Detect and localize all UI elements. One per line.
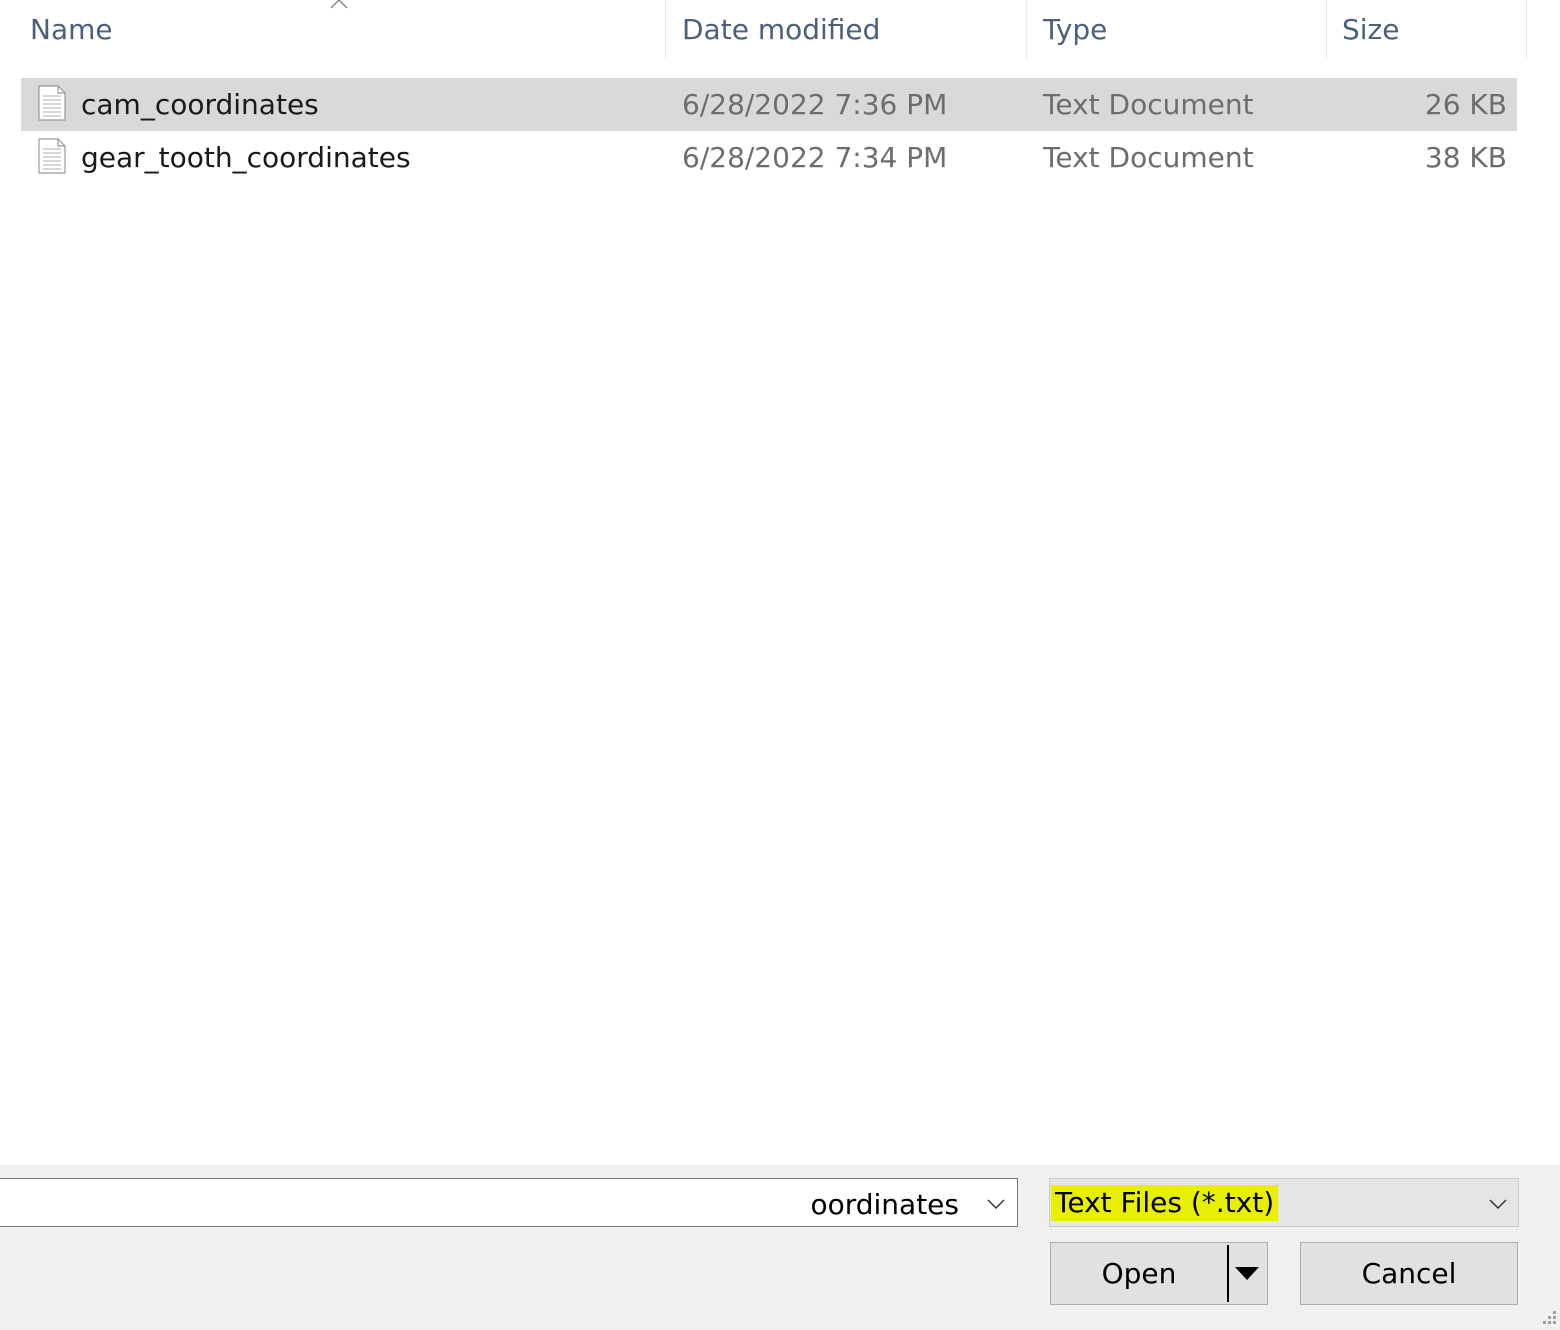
open-button[interactable]: Open [1051, 1243, 1227, 1304]
cancel-button[interactable]: Cancel [1300, 1242, 1518, 1305]
file-name: cam_coordinates [81, 88, 319, 121]
file-size: 26 KB [1424, 88, 1507, 121]
column-divider[interactable] [1526, 0, 1527, 60]
open-file-dialog: Name Date modified Type Size cam_coordin… [0, 0, 1560, 1330]
file-name-input[interactable]: oordinates [0, 1178, 1018, 1227]
file-date-modified: 6/28/2022 7:34 PM [682, 141, 948, 174]
file-size: 38 KB [1424, 141, 1507, 174]
dropdown-arrow-icon[interactable] [1235, 1267, 1259, 1281]
dialog-footer: oordinates Text Files (*.txt) Open Cance… [0, 1165, 1560, 1330]
file-row[interactable]: cam_coordinates 6/28/2022 7:36 PM Text D… [21, 78, 1517, 131]
file-type: Text Document [1043, 88, 1254, 121]
chevron-down-icon[interactable] [986, 1198, 1006, 1210]
column-header: Name Date modified Type Size [0, 0, 1560, 62]
file-row[interactable]: gear_tooth_coordinates 6/28/2022 7:34 PM… [21, 131, 1517, 184]
column-divider[interactable] [1326, 0, 1327, 60]
chevron-down-icon [1489, 1199, 1507, 1210]
text-file-icon [38, 85, 66, 121]
file-type-select[interactable]: Text Files (*.txt) [1049, 1178, 1519, 1227]
column-divider[interactable] [665, 0, 666, 60]
file-type: Text Document [1043, 141, 1254, 174]
file-name-value: oordinates [810, 1188, 959, 1221]
file-type-selected: Text Files (*.txt) [1051, 1185, 1279, 1221]
resize-grip-icon[interactable] [1536, 1306, 1558, 1328]
file-name-input-text-area: oordinates [0, 1179, 959, 1226]
file-date-modified: 6/28/2022 7:36 PM [682, 88, 948, 121]
column-header-name[interactable]: Name [30, 0, 665, 62]
column-header-type[interactable]: Type [1043, 0, 1326, 62]
open-split-button: Open [1050, 1242, 1268, 1305]
split-divider [1227, 1245, 1229, 1302]
text-file-icon [38, 138, 66, 174]
file-name: gear_tooth_coordinates [81, 141, 411, 174]
column-divider[interactable] [1026, 0, 1027, 60]
column-header-date-modified[interactable]: Date modified [682, 0, 1026, 62]
column-header-size[interactable]: Size [1342, 0, 1526, 62]
